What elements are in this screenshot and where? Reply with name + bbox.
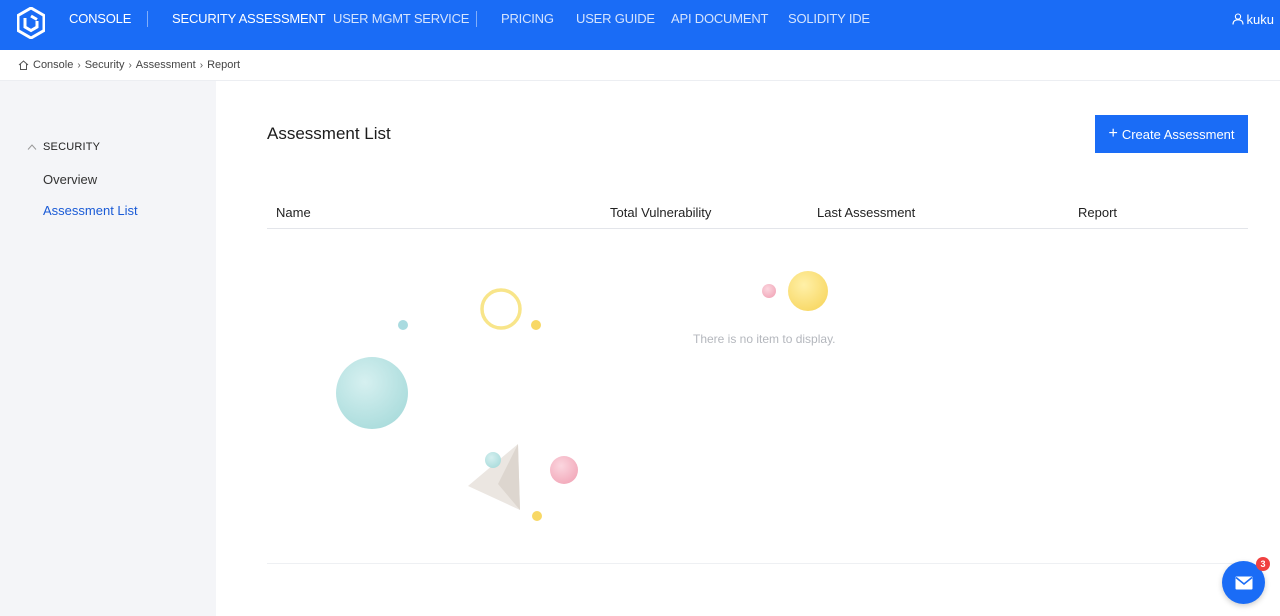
- table-header: Name Total Vulnerability Last Assessment…: [267, 196, 1248, 229]
- top-nav-bar: CONSOLE SECURITY ASSESSMENT USER MGMT SE…: [0, 0, 1280, 50]
- column-total-vulnerability[interactable]: Total Vulnerability: [610, 205, 711, 220]
- chevron-right-icon: ›: [77, 59, 81, 71]
- chevron-right-icon: ›: [128, 59, 132, 71]
- create-assessment-label: Create Assessment: [1121, 126, 1235, 142]
- column-name[interactable]: Name: [276, 205, 311, 220]
- nav-api-document[interactable]: API DOCUMENT: [671, 0, 768, 50]
- nav-user-mgmt-service[interactable]: USER MGMT SERVICE: [333, 0, 469, 50]
- breadcrumb-report: Report: [207, 59, 241, 71]
- plus-icon: +: [1108, 125, 1118, 142]
- brand-logo-icon[interactable]: [17, 7, 45, 39]
- bubble-teal-medium: [485, 452, 501, 468]
- nav-user-guide[interactable]: USER GUIDE: [576, 0, 655, 50]
- notification-badge: 3: [1256, 557, 1270, 571]
- nav-console[interactable]: CONSOLE: [69, 0, 131, 50]
- create-assessment-button[interactable]: + Create Assessment: [1095, 115, 1248, 153]
- chevron-right-icon: ›: [199, 59, 204, 71]
- bubble-teal-large: [336, 357, 408, 429]
- mail-icon: [1234, 576, 1253, 589]
- nav-security-assessment[interactable]: SECURITY ASSESSMENT: [172, 0, 326, 50]
- chevron-up-icon: [27, 144, 37, 150]
- bubble-pink-small: [762, 284, 776, 298]
- empty-state-illustration: [336, 271, 828, 521]
- column-report[interactable]: Report: [1078, 205, 1117, 220]
- table-bottom-divider: [267, 563, 1248, 564]
- sidebar-group-security[interactable]: SECURITY: [27, 141, 100, 153]
- empty-state-text: There is no item to display.: [693, 332, 836, 346]
- nav-divider: [476, 11, 477, 27]
- bubble-teal-small: [398, 320, 408, 330]
- bubble-pink-medium: [550, 456, 578, 484]
- nav-divider: [147, 11, 148, 27]
- bubble-yellow-large: [788, 271, 828, 311]
- sidebar-group-label: SECURITY: [43, 141, 101, 153]
- dot-yellow: [531, 320, 541, 330]
- column-last-assessment[interactable]: Last Assessment: [817, 205, 915, 220]
- nav-solidity-ide[interactable]: SOLIDITY IDE: [788, 0, 870, 50]
- sidebar: SECURITY Overview Assessment List: [0, 81, 216, 616]
- user-name: kuku: [1246, 11, 1274, 27]
- nav-pricing[interactable]: PRICING: [501, 0, 554, 50]
- home-icon[interactable]: [18, 60, 29, 70]
- user-menu[interactable]: kuku: [1231, 0, 1274, 38]
- user-icon: [1231, 13, 1244, 25]
- breadcrumb-security[interactable]: Security: [85, 59, 125, 71]
- ring-yellow: [480, 288, 522, 330]
- sidebar-item-overview[interactable]: Overview: [43, 172, 97, 187]
- dot-yellow-bottom: [532, 511, 542, 521]
- breadcrumb: Console › Security › Assessment › Report: [0, 50, 1280, 81]
- breadcrumb-assessment[interactable]: Assessment: [136, 59, 196, 71]
- breadcrumb-console[interactable]: Console: [33, 59, 73, 71]
- sidebar-item-assessment-list[interactable]: Assessment List: [43, 203, 138, 218]
- page-title: Assessment List: [267, 124, 391, 143]
